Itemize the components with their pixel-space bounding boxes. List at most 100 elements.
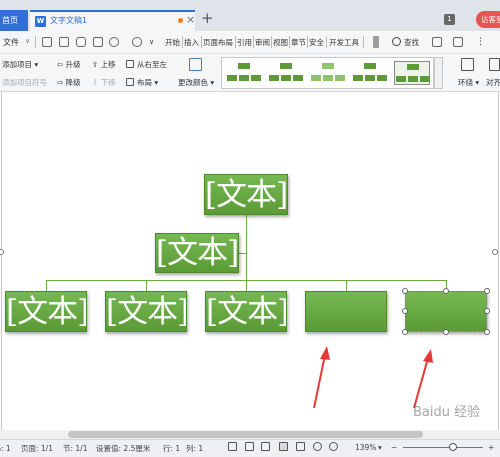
menu-developer-tools[interactable]: 开发工具	[329, 37, 359, 48]
selection-handle[interactable]	[484, 329, 490, 335]
cloud-sync-icon[interactable]	[432, 37, 442, 47]
quick-access-chevron-icon[interactable]: ∨	[149, 37, 159, 47]
selection-handle[interactable]	[484, 308, 490, 314]
selection-handle[interactable]	[402, 308, 408, 314]
full-screen-icon[interactable]	[228, 442, 237, 451]
undo-icon[interactable]	[109, 37, 119, 47]
layout-label: 布局	[137, 78, 152, 87]
zoom-chevron-icon[interactable]: ▾	[378, 443, 382, 452]
export-pdf-icon[interactable]	[59, 37, 69, 47]
org-chart-child-box-2[interactable]: [文本]	[105, 291, 187, 332]
page-edge	[498, 92, 499, 430]
save-icon[interactable]	[42, 37, 52, 47]
eye-protection-icon[interactable]	[329, 442, 338, 451]
selection-handle[interactable]	[443, 329, 449, 335]
visitor-login-button[interactable]: 访客登录	[476, 11, 500, 28]
menu-references[interactable]: 引用	[237, 37, 252, 48]
print-preview-icon[interactable]	[93, 37, 103, 47]
add-bullet-button[interactable]: 添加项目符号	[2, 77, 47, 88]
new-tab-button[interactable]: +	[201, 9, 214, 27]
file-menu[interactable]: 文件	[3, 37, 19, 48]
document-tab[interactable]: W 文字文稿1 ×	[30, 10, 195, 31]
writer-doc-icon: W	[35, 16, 46, 27]
menu-page-layout[interactable]: 页面布局	[203, 37, 233, 48]
redo-icon[interactable]	[132, 37, 142, 47]
move-down-button[interactable]: ⇩ 下移	[92, 77, 116, 88]
smartart-style-gallery[interactable]	[221, 57, 434, 89]
wrap-text-icon	[461, 58, 474, 71]
status-setting-value[interactable]: 设置值: 2.5厘米	[96, 443, 150, 454]
scrollbar-thumb[interactable]	[68, 431, 423, 438]
menu-separator	[35, 36, 36, 48]
print-icon[interactable]	[76, 37, 86, 47]
menu-review[interactable]: 审阅	[255, 37, 270, 48]
zoom-level[interactable]: 139%	[355, 443, 376, 452]
status-row[interactable]: 行: 1	[163, 443, 180, 454]
zoom-out-button[interactable]: −	[391, 443, 397, 452]
gallery-scroll-button[interactable]	[434, 57, 443, 89]
org-chart-child-box-5-selected[interactable]	[405, 291, 487, 332]
org-chart-child-box-3[interactable]: [文本]	[205, 291, 287, 332]
style-thumb-1[interactable]	[226, 61, 262, 85]
canvas-resize-handle-left[interactable]	[0, 249, 4, 255]
style-thumb-5-selected[interactable]	[394, 61, 430, 85]
connector-line	[46, 280, 47, 291]
connector-line	[238, 253, 246, 254]
org-chart-child-box-1[interactable]: [文本]	[5, 291, 87, 332]
close-tab-icon[interactable]: ×	[186, 13, 195, 26]
zoom-slider-knob[interactable]	[449, 443, 457, 451]
menu-more-tabs[interactable]	[373, 36, 379, 48]
menu-separator	[307, 36, 308, 48]
move-up-button[interactable]: ⇧ 上移	[92, 59, 116, 70]
menu-separator	[201, 36, 202, 48]
status-column[interactable]: 列: 1	[186, 443, 203, 454]
selection-handle[interactable]	[443, 288, 449, 294]
menu-separator	[271, 36, 272, 48]
menu-separator	[326, 36, 327, 48]
promote-button[interactable]: ⇦ 升级	[57, 59, 81, 70]
move-up-label: 上移	[100, 60, 116, 69]
menu-security[interactable]: 安全	[309, 37, 324, 48]
edit-mode-icon[interactable]	[261, 442, 270, 451]
selection-handle[interactable]	[484, 288, 490, 294]
menu-insert[interactable]: 插入	[184, 37, 199, 48]
right-to-left-button[interactable]: 从右至左	[137, 59, 167, 70]
right-to-left-icon	[126, 60, 134, 68]
change-color-button[interactable]: 更改颜色 ▾	[178, 77, 214, 88]
style-thumb-2[interactable]	[268, 61, 304, 85]
web-view-icon[interactable]	[313, 442, 322, 451]
menu-home[interactable]: 开始	[165, 37, 180, 48]
search-icon[interactable]	[392, 37, 401, 46]
layout-button[interactable]: 布局 ▾	[137, 77, 158, 88]
align-button[interactable]: 对齐	[486, 77, 500, 88]
zoom-in-button[interactable]: +	[488, 443, 494, 452]
page-view-icon[interactable]	[279, 442, 288, 451]
window-count-badge[interactable]: 1	[444, 14, 455, 25]
style-thumb-4[interactable]	[352, 61, 388, 85]
home-tab[interactable]: 首页	[0, 10, 28, 31]
search-label[interactable]: 查找	[404, 37, 419, 48]
fit-page-icon[interactable]	[245, 442, 254, 451]
style-thumb-3[interactable]	[310, 61, 346, 85]
more-options-icon[interactable]: ⋮	[476, 37, 486, 47]
org-chart-child-box-4-empty[interactable]	[305, 291, 387, 332]
org-chart-top-box[interactable]: [文本]	[204, 174, 288, 215]
demote-button[interactable]: ⇨ 降级	[57, 77, 81, 88]
selection-handle[interactable]	[402, 288, 408, 294]
outline-view-icon[interactable]	[296, 442, 305, 451]
canvas-resize-handle-right[interactable]	[492, 249, 498, 255]
zoom-slider[interactable]	[403, 447, 483, 448]
red-arrow-icon	[313, 346, 330, 409]
menu-chapter[interactable]: 章节	[291, 37, 306, 48]
share-icon[interactable]	[453, 37, 463, 47]
selection-handle[interactable]	[402, 329, 408, 335]
chevron-down-icon[interactable]: ∨	[25, 37, 30, 45]
status-page-number[interactable]: 页码: 1	[0, 443, 11, 454]
wrap-button[interactable]: 环绕 ▾	[458, 77, 479, 88]
status-pages[interactable]: 页面: 1/1	[21, 443, 53, 454]
status-section[interactable]: 节: 1/1	[63, 443, 87, 454]
menu-view[interactable]: 视图	[273, 37, 288, 48]
promote-label: 升级	[65, 60, 81, 69]
add-item-button[interactable]: 添加项目 ▾	[2, 59, 38, 70]
org-chart-assistant-box[interactable]: [文本]	[155, 233, 239, 273]
